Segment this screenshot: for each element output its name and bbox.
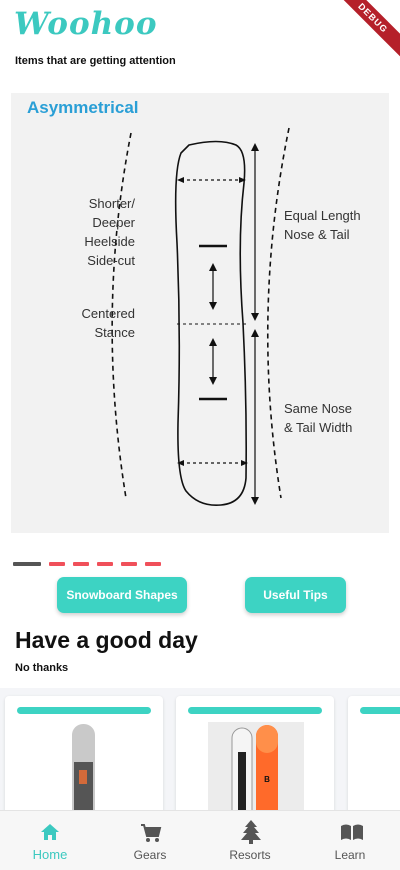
no-thanks-link[interactable]: No thanks bbox=[15, 662, 68, 674]
carousel-slide[interactable]: Asymmetrical Shorter/ Deeper Heelside Si… bbox=[11, 93, 389, 533]
nav-learn-label: Learn bbox=[334, 848, 366, 862]
svg-text:Nose & Tail: Nose & Tail bbox=[284, 227, 350, 242]
product-card-bar bbox=[188, 707, 322, 714]
svg-text:Shorter/: Shorter/ bbox=[89, 196, 136, 211]
product-card[interactable]: B bbox=[176, 696, 334, 810]
svg-text:Same Nose: Same Nose bbox=[284, 401, 352, 416]
pager-dot-1[interactable] bbox=[13, 562, 41, 566]
nav-learn[interactable]: Learn bbox=[300, 811, 400, 870]
carousel-pager[interactable] bbox=[13, 562, 161, 566]
svg-text:Heelside: Heelside bbox=[84, 234, 135, 249]
svg-text:Equal Length: Equal Length bbox=[284, 208, 361, 223]
product-card-bar bbox=[360, 707, 400, 714]
cart-icon bbox=[141, 824, 162, 842]
snowboard-shapes-button[interactable]: Snowboard Shapes bbox=[57, 577, 187, 613]
svg-text:Centered: Centered bbox=[82, 306, 135, 321]
sidecut-right-line bbox=[266, 127, 290, 499]
page-subtitle: Items that are getting attention bbox=[15, 55, 176, 67]
section-title: Have a good day bbox=[15, 627, 198, 653]
product-card[interactable] bbox=[348, 696, 400, 810]
nav-gears[interactable]: Gears bbox=[100, 811, 200, 870]
nav-gears-label: Gears bbox=[133, 848, 167, 862]
nav-resorts-label: Resorts bbox=[229, 848, 271, 862]
app-logo: Woohoo bbox=[14, 6, 158, 42]
tree-icon bbox=[241, 820, 261, 844]
book-icon bbox=[341, 824, 363, 840]
svg-text:Stance: Stance bbox=[95, 325, 135, 340]
snowboard-image: B bbox=[208, 722, 304, 810]
pager-dot-6[interactable] bbox=[145, 562, 161, 566]
product-card[interactable] bbox=[5, 696, 163, 810]
pager-dot-3[interactable] bbox=[73, 562, 89, 566]
nav-resorts[interactable]: Resorts bbox=[200, 811, 300, 870]
debug-badge: DEBUG bbox=[328, 0, 400, 63]
svg-text:Side-cut: Side-cut bbox=[87, 253, 135, 268]
pager-dot-4[interactable] bbox=[97, 562, 113, 566]
pager-dot-2[interactable] bbox=[49, 562, 65, 566]
home-icon bbox=[41, 824, 59, 840]
product-card-bar bbox=[17, 707, 151, 714]
useful-tips-button[interactable]: Useful Tips bbox=[245, 577, 346, 613]
svg-text:Deeper: Deeper bbox=[92, 215, 135, 230]
nav-home-label: Home bbox=[32, 847, 68, 862]
slide-title: Asymmetrical bbox=[27, 98, 139, 117]
bottom-nav[interactable]: Home Gears Resorts Learn bbox=[0, 810, 400, 870]
snowboard-diagram: Asymmetrical Shorter/ Deeper Heelside Si… bbox=[27, 98, 361, 507]
nav-home[interactable]: Home bbox=[0, 811, 100, 870]
product-list[interactable]: B bbox=[0, 688, 400, 810]
pager-dot-5[interactable] bbox=[121, 562, 137, 566]
svg-text:B: B bbox=[264, 775, 270, 784]
board-outline bbox=[174, 140, 247, 507]
snowboard-image bbox=[72, 724, 95, 810]
svg-text:& Tail Width: & Tail Width bbox=[284, 420, 352, 435]
